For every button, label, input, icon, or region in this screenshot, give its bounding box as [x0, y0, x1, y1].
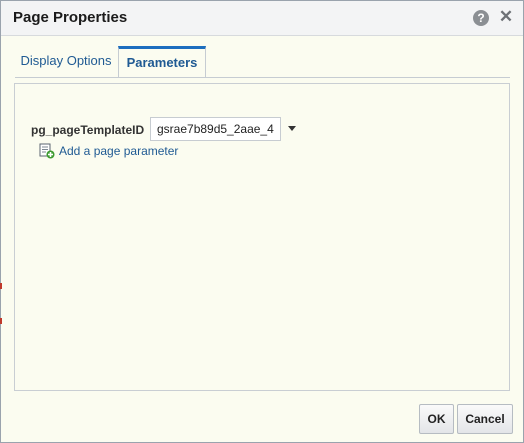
dialog-titlebar: Page Properties ? ✕ — [1, 1, 523, 36]
background-edge-mark — [0, 283, 2, 289]
ok-button[interactable]: OK — [419, 404, 454, 434]
add-page-parameter-icon — [39, 143, 55, 159]
background-edge-mark — [0, 318, 2, 324]
parameter-value-field[interactable] — [150, 117, 281, 141]
close-icon[interactable]: ✕ — [498, 8, 514, 26]
tab-divider — [15, 77, 510, 78]
parameter-name-label: pg_pageTemplateID — [31, 123, 145, 137]
tab-bar: Display Options Parameters — [1, 36, 523, 78]
page-properties-dialog: Page Properties ? ✕ Display Options Para… — [0, 0, 524, 443]
tab-parameters[interactable]: Parameters — [118, 46, 206, 78]
help-icon[interactable]: ? — [473, 10, 489, 26]
tab-display-options[interactable]: Display Options — [15, 46, 117, 76]
dialog-title: Page Properties — [13, 9, 128, 26]
add-page-parameter-link[interactable]: Add a page parameter — [59, 144, 178, 158]
parameter-dropdown-icon[interactable] — [288, 126, 296, 131]
cancel-button[interactable]: Cancel — [457, 404, 513, 434]
